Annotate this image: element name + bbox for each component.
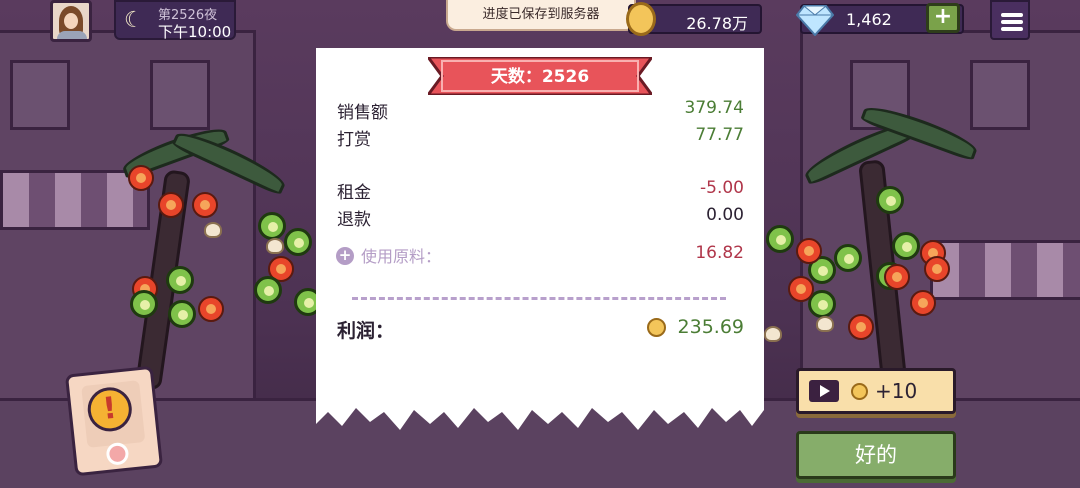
jalapeno-slice-icon	[166, 266, 194, 294]
alert-notification-button[interactable]: !	[64, 365, 164, 477]
jalapeno-slice-icon	[766, 225, 794, 253]
tomato-slice-icon	[884, 264, 910, 290]
jalapeno-slice-icon	[168, 300, 196, 328]
coin-icon	[626, 2, 656, 36]
jalapeno-slice-icon	[254, 276, 282, 304]
receipt-divider	[352, 297, 726, 300]
jalapeno-slice-icon	[258, 212, 286, 240]
day-title: 天数：2526	[490, 67, 590, 87]
refund-label: 退款	[337, 210, 371, 230]
jalapeno-slice-icon	[834, 244, 862, 272]
sales-label: 销售额	[337, 103, 388, 123]
buy-gems-button[interactable]: +	[926, 3, 960, 33]
tomato-slice-icon	[128, 165, 154, 191]
tomato-slice-icon	[910, 290, 936, 316]
save-toast: 进度已保存到服务器	[446, 0, 636, 31]
diamond-icon	[796, 5, 834, 36]
building-window	[970, 60, 1030, 130]
watch-ad-reward-button[interactable]: +10	[796, 368, 956, 414]
clock-time: 下午10:00	[158, 23, 232, 41]
tips-value: 77.77	[695, 125, 744, 145]
moon-icon: ☾	[124, 8, 144, 33]
tomato-slice-icon	[848, 314, 874, 340]
tomato-slice-icon	[924, 256, 950, 282]
tips-label: 打赏	[337, 130, 371, 150]
jalapeno-slice-icon	[892, 232, 920, 260]
rent-value: -5.00	[700, 178, 744, 198]
coin-balance: 26.78万	[626, 2, 762, 36]
hamburger-icon	[1001, 13, 1023, 17]
tomato-slice-icon	[192, 192, 218, 218]
refund-value: 0.00	[706, 205, 744, 225]
building-window	[10, 60, 70, 130]
home-dot-icon	[105, 441, 130, 466]
tomato-slice-icon	[788, 276, 814, 302]
building-window	[150, 60, 210, 130]
coin-icon	[647, 318, 666, 337]
receipt-torn-edge	[316, 404, 764, 430]
jalapeno-slice-icon	[130, 290, 158, 318]
tomato-slice-icon	[158, 192, 184, 218]
coin-amount: 26.78万	[686, 14, 748, 33]
gem-amount: 1,462	[846, 10, 892, 29]
profit-label: 利润：	[337, 320, 395, 342]
ad-reward-amount: +10	[875, 379, 918, 403]
rent-label: 租金	[337, 183, 371, 203]
tomato-slice-icon	[796, 238, 822, 264]
video-play-icon	[809, 380, 839, 402]
ingredients-label[interactable]: 使用原料：	[361, 243, 441, 267]
garlic-clove-icon	[764, 326, 782, 342]
day-time-panel: ☾ 第2526夜 下午10:00	[114, 0, 236, 41]
ingredients-value: 16.82	[695, 243, 744, 263]
garlic-clove-icon	[204, 222, 222, 238]
profit-value: 235.69	[677, 316, 744, 338]
menu-button[interactable]	[990, 0, 1030, 40]
garlic-clove-icon	[266, 238, 284, 254]
garlic-clove-icon	[816, 316, 834, 332]
coin-icon	[851, 383, 868, 400]
sales-value: 379.74	[684, 98, 744, 118]
ok-button[interactable]: 好的	[796, 431, 956, 479]
tomato-slice-icon	[198, 296, 224, 322]
expand-ingredients-icon[interactable]: +	[336, 247, 354, 265]
jalapeno-slice-icon	[876, 186, 904, 214]
player-avatar[interactable]	[50, 0, 92, 42]
awning	[930, 240, 1080, 300]
jalapeno-slice-icon	[284, 228, 312, 256]
